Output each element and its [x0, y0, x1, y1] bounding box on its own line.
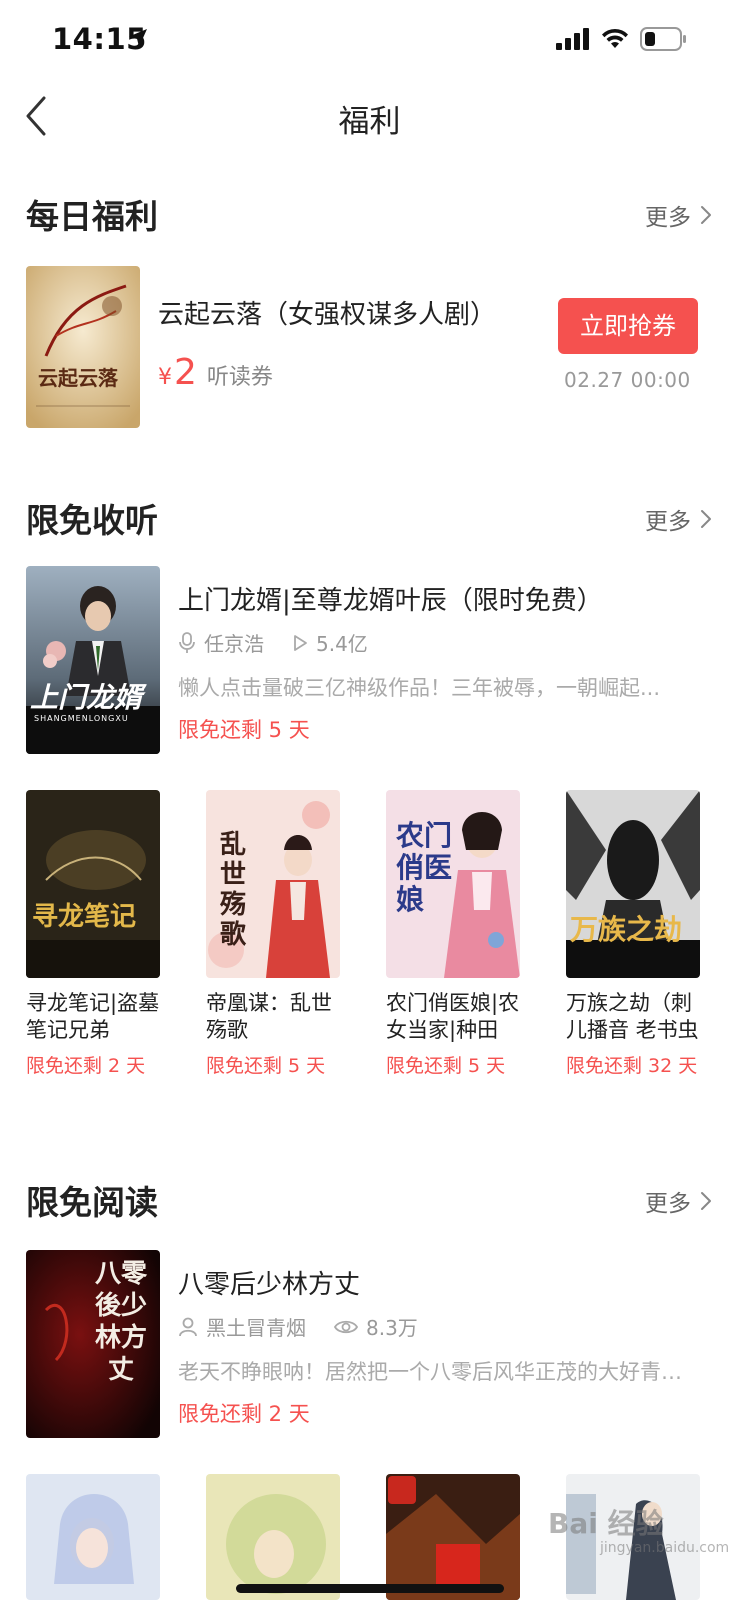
- author-icon: [179, 1317, 197, 1336]
- featured-ebook[interactable]: 八零後少林方丈 八零后少林方丈 黑土冒青烟 8.3万 老天不睁眼呐！居然把一个八…: [26, 1250, 713, 1438]
- watermark: Bai 经验: [548, 1507, 664, 1540]
- free-remaining: 限免还剩 5 天: [178, 718, 310, 742]
- page-title: 福利: [338, 104, 401, 140]
- book-cover: 农门俏医娘: [386, 790, 520, 978]
- ebook-meta: 黑土冒青烟 8.3万: [178, 1312, 418, 1341]
- audiobook-title: 上门龙婿|至尊龙婿叶辰（限时免费）: [178, 586, 603, 616]
- audiobook-title: 帝凰谋：乱世殇歌: [206, 991, 332, 1042]
- book-cover: 云起云落: [26, 266, 140, 428]
- featured-audiobook[interactable]: 上门龙婿 SHANGMENLONGXU 上门龙婿|至尊龙婿叶辰（限时免费） 任京…: [26, 566, 713, 754]
- cover-title: 乱世殇歌: [220, 830, 247, 950]
- signal-icon: [556, 28, 589, 50]
- microphone-icon: [179, 631, 195, 653]
- book-cover: 寻龙笔记: [26, 790, 160, 978]
- free-read-more-link[interactable]: 更多: [645, 1184, 713, 1218]
- audiobook-title: 万族之劫（刺儿播音 老书虫: [566, 991, 699, 1042]
- chevron-right-icon: [701, 1192, 711, 1210]
- book-cover-partial[interactable]: [26, 1474, 160, 1600]
- narrator-name: 任京浩: [204, 632, 264, 656]
- audiobook-title: 农门俏医娘|农女当家|种田: [386, 991, 520, 1042]
- location-arrow-icon: [129, 29, 147, 47]
- more-label: 更多: [645, 509, 691, 535]
- chevron-right-icon: [701, 206, 711, 224]
- home-indicator[interactable]: [236, 1584, 504, 1593]
- play-count: 5.4亿: [316, 632, 368, 656]
- voucher-unit: 听读券: [206, 365, 273, 390]
- grab-voucher-button[interactable]: 立即抢券: [558, 298, 698, 354]
- ebook-description: 老天不睁眼呐！居然把一个八零后风华正茂的大好青年...: [178, 1360, 698, 1384]
- book-cover: 上门龙婿 SHANGMENLONGXU: [26, 566, 160, 754]
- cover-title: 万族之劫: [570, 913, 683, 946]
- cover-title: 寻龙笔记: [32, 902, 137, 932]
- book-cover-partial[interactable]: [386, 1474, 520, 1600]
- eye-icon: [334, 1320, 358, 1333]
- nav-bar: 福利: [0, 80, 739, 156]
- cover-title: 上门龙婿: [30, 681, 143, 714]
- daily-book-title: 云起云落（女强权谋多人剧）: [158, 300, 497, 330]
- book-cover: 万族之劫: [566, 790, 700, 978]
- status-bar: 14:15: [0, 0, 739, 80]
- free-remaining: 限免还剩 32 天: [566, 1055, 698, 1077]
- voucher-amount: 2: [174, 352, 197, 393]
- audiobook-meta: 任京浩 5.4亿: [178, 628, 368, 657]
- ebook-title: 八零后少林方丈: [178, 1270, 361, 1300]
- free-listen-section-header: 限免收听 更多: [26, 494, 713, 542]
- voucher-time: 02.27 00:00: [564, 368, 691, 392]
- cover-title: 农门俏医娘: [396, 819, 453, 916]
- free-remaining: 限免还剩 5 天: [206, 1055, 326, 1077]
- free-remaining: 限免还剩 2 天: [178, 1402, 310, 1426]
- free-read-section-header: 限免阅读 更多: [26, 1176, 713, 1224]
- book-cover: 八零後少林方丈: [26, 1250, 160, 1438]
- audiobook-description: 懒人点击量破三亿神级作品！三年被辱，一朝崛起...: [178, 676, 661, 700]
- battery-icon: [640, 27, 686, 51]
- cover-title: 云起云落: [38, 366, 118, 390]
- daily-welfare-item[interactable]: 云起云落 云起云落（女强权谋多人剧） ¥ 2 听读券 立即抢券 02.27 00…: [26, 266, 713, 428]
- currency-symbol: ¥: [158, 365, 172, 390]
- cover-subtitle: SHANGMENLONGXU: [34, 714, 129, 723]
- free-remaining: 限免还剩 2 天: [26, 1055, 146, 1077]
- play-icon: [294, 634, 307, 651]
- cover-title: 八零後少林方丈: [94, 1259, 147, 1385]
- audiobook-title: 寻龙笔记|盗墓笔记兄弟: [26, 991, 160, 1042]
- author-name: 黑土冒青烟: [206, 1316, 306, 1340]
- daily-section-header: 每日福利 更多: [26, 190, 713, 238]
- more-label: 更多: [645, 205, 691, 231]
- section-title: 限免收听: [26, 501, 158, 540]
- voucher-price: ¥ 2 听读券: [158, 352, 273, 393]
- daily-more-link[interactable]: 更多: [645, 198, 713, 232]
- section-title: 限免阅读: [26, 1183, 158, 1222]
- watermark-url: jingyan.baidu.com: [600, 1540, 730, 1556]
- chevron-right-icon: [701, 510, 711, 528]
- section-title: 每日福利: [26, 197, 158, 236]
- free-listen-more-link[interactable]: 更多: [645, 502, 713, 536]
- wifi-icon: [602, 28, 628, 48]
- more-label: 更多: [645, 1191, 691, 1217]
- book-cover-partial[interactable]: [206, 1474, 340, 1600]
- book-cover: 乱世殇歌: [206, 790, 340, 978]
- free-remaining: 限免还剩 5 天: [386, 1055, 506, 1077]
- view-count: 8.3万: [366, 1316, 418, 1340]
